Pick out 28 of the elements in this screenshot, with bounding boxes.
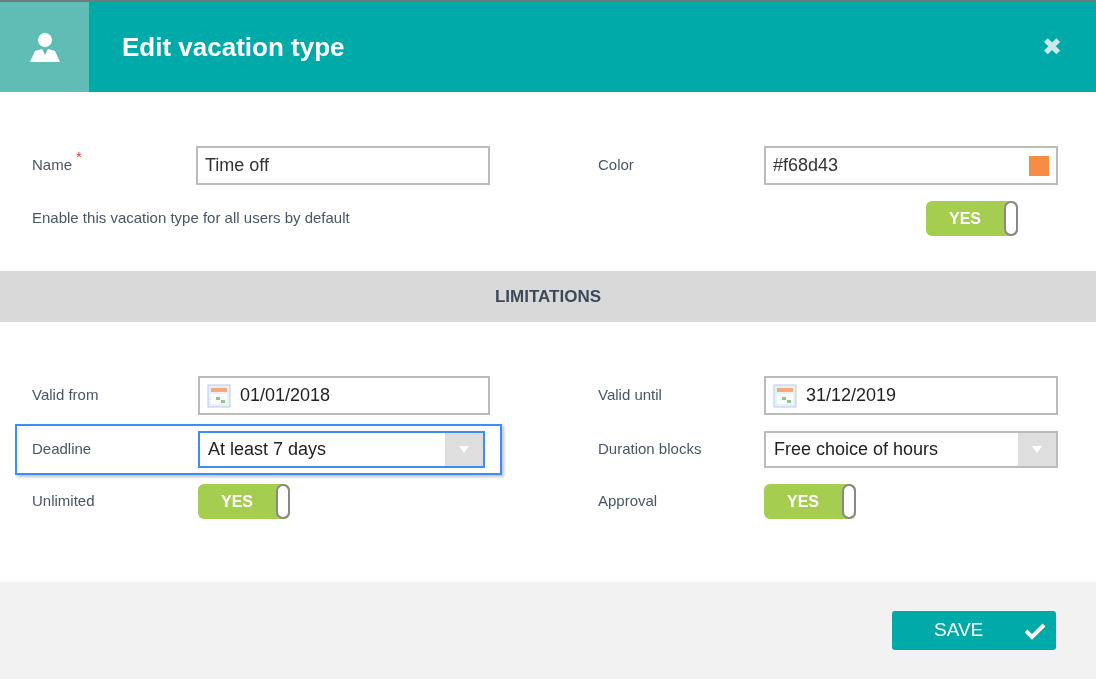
dropdown[interactable]: At least 7 days	[198, 431, 485, 468]
dropdown[interactable]: Free choice of hours	[764, 431, 1058, 468]
date-value: 31/12/2019	[806, 384, 897, 407]
dialog-title: Edit vacation type	[122, 30, 346, 64]
date-field[interactable]: 01/01/2018	[198, 376, 490, 415]
field-label: Color	[598, 155, 635, 176]
required-mark: *	[76, 147, 82, 168]
field-label: Enable this vacation type for all users by default	[32, 208, 350, 229]
color-value: #f68d43	[773, 154, 839, 177]
date-field[interactable]: 31/12/2019	[764, 376, 1058, 415]
calendar-icon	[773, 383, 797, 408]
caret-icon	[1032, 446, 1042, 453]
calendar-icon	[207, 383, 231, 408]
field-label: Name	[32, 155, 72, 176]
field-label: Valid until	[598, 385, 663, 406]
field-label: Duration blocks	[598, 439, 703, 460]
field-label: Deadline	[32, 439, 93, 460]
name-field[interactable]: Time off	[196, 146, 490, 185]
check-icon	[1024, 621, 1046, 640]
field-label: Valid from	[32, 385, 100, 406]
date-value: 01/01/2018	[240, 384, 331, 407]
user-icon	[28, 31, 61, 63]
field-label: Unlimited	[32, 491, 96, 512]
color-field[interactable]: #f68d43	[764, 146, 1058, 185]
field-label: Approval	[598, 491, 659, 512]
section-header: LIMITATIONS	[0, 271, 1096, 322]
color-swatch	[1029, 155, 1049, 176]
caret-icon	[459, 446, 469, 453]
